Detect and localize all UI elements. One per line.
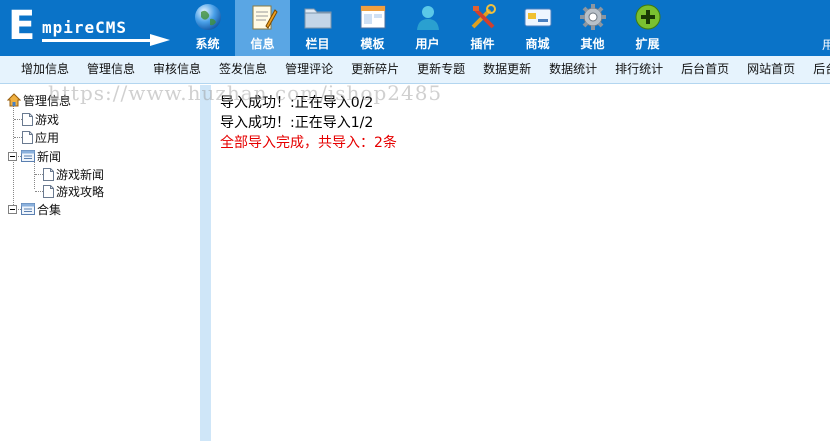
sub-nav-admin-home[interactable]: 后台首页	[672, 56, 738, 83]
sub-nav-add-info[interactable]: 增加信息	[12, 56, 78, 83]
top-nav-system[interactable]: 系统	[180, 0, 235, 56]
logo-letter: E	[8, 3, 36, 49]
top-nav-label: 模板	[360, 37, 385, 51]
panel-splitter[interactable]	[200, 85, 211, 441]
import-message: 导入成功！:正在导入1/2	[220, 115, 374, 131]
tree-root-label[interactable]: 管理信息	[23, 92, 71, 109]
tree-root: 管理信息	[7, 91, 71, 109]
file-icon	[22, 112, 33, 126]
sub-nav-data-stats[interactable]: 数据统计	[540, 56, 606, 83]
top-nav-info[interactable]: 信息	[235, 0, 290, 56]
tree-connector	[35, 173, 43, 175]
tree-item-youxixinwen: 游戏新闻	[35, 165, 104, 183]
plus-icon	[635, 4, 661, 30]
top-nav-other[interactable]: 其他	[565, 0, 620, 56]
collapse-toggle-icon[interactable]	[8, 204, 17, 214]
tree-item-youxigonglue: 游戏攻略	[35, 182, 104, 200]
tree-item-heji: 合集	[8, 200, 61, 218]
sub-nav-sign-info[interactable]: 签发信息	[210, 56, 276, 83]
sub-nav-review-info[interactable]: 审核信息	[144, 56, 210, 83]
sub-nav: 增加信息 管理信息 审核信息 签发信息 管理评论 更新碎片 更新专题 数据更新 …	[0, 56, 830, 84]
top-nav-user[interactable]: 用户	[400, 0, 455, 56]
sub-nav-manage-info[interactable]: 管理信息	[78, 56, 144, 83]
logo-text: mpireCMS	[42, 18, 128, 37]
file-icon	[43, 167, 54, 181]
tree-item-youxi: 游戏	[14, 110, 59, 128]
sub-nav-rank-stats[interactable]: 排行统计	[606, 56, 672, 83]
logo-arrow-head	[150, 34, 170, 46]
empirecms-logo[interactable]: E mpireCMS	[4, 6, 174, 50]
file-icon	[22, 130, 33, 144]
category-folder-icon	[21, 150, 35, 162]
window-icon	[360, 5, 386, 29]
import-message: 导入成功！:正在导入0/2	[220, 95, 374, 111]
top-nav-label: 扩展	[635, 37, 660, 51]
top-nav-shop[interactable]: 商城	[510, 0, 565, 56]
file-icon	[43, 184, 54, 198]
home-icon	[7, 93, 21, 107]
sub-nav-manage-comments[interactable]: 管理评论	[276, 56, 342, 83]
globe-icon	[195, 4, 221, 30]
top-nav-label: 系统	[195, 37, 220, 51]
category-folder-icon	[21, 203, 35, 215]
tree-connector	[14, 136, 22, 138]
notepad-icon	[252, 5, 278, 30]
user-icon	[417, 6, 439, 30]
top-nav-label: 插件	[470, 37, 495, 51]
tree-item-yingyong: 应用	[14, 128, 59, 146]
sub-nav-data-update[interactable]: 数据更新	[474, 56, 540, 83]
tree-item-label[interactable]: 游戏	[35, 111, 59, 128]
sub-nav-site-home[interactable]: 网站首页	[738, 56, 804, 83]
tree-connector	[14, 118, 22, 120]
header-user-text: 用	[822, 38, 830, 52]
tree-item-label[interactable]: 游戏攻略	[56, 183, 104, 200]
empirecms-admin: E mpireCMS 系统 信息 栏目 模板 用户 插件 商城 其他 扩展 用 …	[0, 0, 830, 441]
main-content: 导入成功！:正在导入0/2 导入成功！:正在导入1/2 全部导入完成，共导入：2…	[211, 85, 830, 441]
logo-arrow-line	[42, 39, 152, 42]
top-nav-column[interactable]: 栏目	[290, 0, 345, 56]
sub-nav-admin-more[interactable]: 后台	[804, 56, 830, 83]
import-complete-message: 全部导入完成，共导入：2条	[220, 135, 397, 151]
tree-item-label[interactable]: 合集	[37, 201, 61, 218]
sub-nav-update-fragments[interactable]: 更新碎片	[342, 56, 408, 83]
sub-nav-update-topics[interactable]: 更新专题	[408, 56, 474, 83]
tools-icon	[471, 4, 496, 29]
top-nav-label: 栏目	[305, 37, 330, 51]
top-nav-label: 信息	[250, 37, 275, 51]
collapse-toggle-icon[interactable]	[8, 151, 17, 161]
tree-item-label[interactable]: 应用	[35, 129, 59, 146]
tree-connector	[35, 190, 43, 192]
top-nav: 系统 信息 栏目 模板 用户 插件 商城 其他 扩展	[180, 0, 675, 56]
tree-item-label[interactable]: 新闻	[37, 148, 61, 165]
top-nav-label: 用户	[415, 37, 440, 51]
tree-item-xinwen: 新闻	[8, 147, 61, 165]
top-header: E mpireCMS 系统 信息 栏目 模板 用户 插件 商城 其他 扩展 用	[0, 0, 830, 56]
top-nav-plugin[interactable]: 插件	[455, 0, 510, 56]
top-nav-label: 其他	[580, 37, 605, 51]
card-icon	[524, 8, 552, 27]
folder-icon	[304, 8, 332, 29]
top-nav-label: 商城	[525, 37, 550, 51]
tree-item-label[interactable]: 游戏新闻	[56, 166, 104, 183]
top-nav-extend[interactable]: 扩展	[620, 0, 675, 56]
category-tree: 管理信息 游戏 应用 新闻 游戏新闻 游戏攻略 合集	[0, 85, 200, 441]
top-nav-template[interactable]: 模板	[345, 0, 400, 56]
gear-icon	[580, 4, 606, 30]
